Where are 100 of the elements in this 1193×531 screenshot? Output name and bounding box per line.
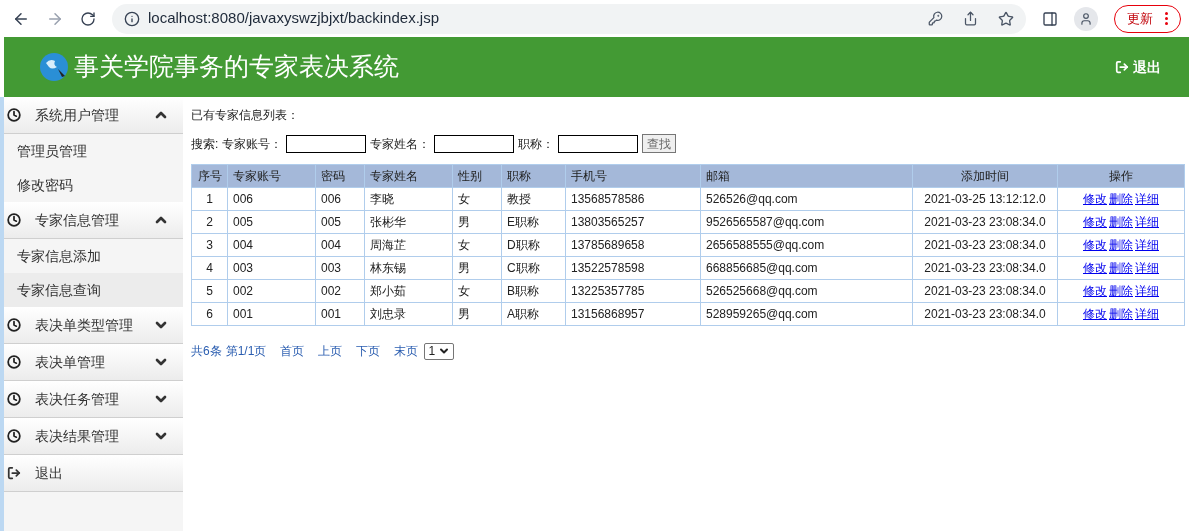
address-bar[interactable]: localhost:8080/javaxyswzjbjxt/backindex.jsp [112, 3, 1026, 34]
clock-icon [7, 392, 21, 406]
pagination-link[interactable]: 下页 [356, 342, 381, 360]
table-cell: 13568578586 [565, 187, 701, 211]
column-header: 性别 [452, 164, 502, 188]
action-link[interactable]: 详细 [1135, 284, 1159, 298]
sidebar-item[interactable]: 专家信息查询 [4, 273, 183, 307]
star-icon[interactable] [998, 10, 1014, 27]
action-link[interactable]: 修改 [1083, 215, 1107, 229]
logout-icon [7, 466, 21, 480]
share-icon[interactable] [963, 11, 978, 26]
table-cell: 005 [315, 210, 365, 234]
sidebar-group-header[interactable]: 表决单类型管理 [4, 307, 183, 344]
sidebar-logout[interactable]: 退出 [4, 455, 183, 492]
column-header: 序号 [191, 164, 228, 188]
side-panel-icon[interactable] [1042, 10, 1058, 27]
key-icon[interactable] [928, 11, 943, 26]
search-field[interactable] [434, 134, 515, 153]
pagination-link[interactable]: 首页 [280, 342, 305, 360]
table-cell: 526525668@qq.com [700, 279, 913, 303]
sidebar-group-header[interactable]: 表决结果管理 [4, 418, 183, 455]
table-cell: 001 [315, 302, 365, 326]
field-label: 职称： [518, 135, 555, 153]
table-cell: 668856685@qq.com [700, 256, 913, 280]
table-cell: 2021-03-23 23:08:34.0 [912, 256, 1058, 280]
clock-icon [7, 429, 21, 443]
column-header: 操作 [1057, 164, 1185, 188]
table-cell: 003 [227, 256, 316, 280]
menu-icon[interactable] [1165, 12, 1168, 25]
column-header: 邮箱 [700, 164, 913, 188]
action-link[interactable]: 删除 [1109, 215, 1133, 229]
table-cell: 9526565587@qq.com [700, 210, 913, 234]
table-cell: D职称 [501, 233, 566, 257]
column-header: 专家姓名 [364, 164, 453, 188]
action-link[interactable]: 修改 [1083, 238, 1107, 252]
url-text: localhost:8080/javaxyswzjbjxt/backindex.jsp [148, 8, 439, 29]
app-title: 事关学院事务的专家表决系统 [74, 51, 399, 83]
list-heading: 已有专家信息列表： [191, 107, 300, 122]
table-cell: 4 [191, 256, 228, 280]
table-cell: 002 [315, 279, 365, 303]
pagination-link[interactable]: 上页 [318, 342, 343, 360]
table-cell: E职称 [501, 210, 566, 234]
table-cell: 1 [191, 187, 228, 211]
info-icon[interactable] [124, 10, 140, 27]
logout-icon [1115, 60, 1129, 74]
table-cell: 男 [452, 256, 502, 280]
column-header: 添加时间 [912, 164, 1058, 188]
table-cell: 张彬华 [364, 210, 453, 234]
table-cell: A职称 [501, 302, 566, 326]
table-cell: 男 [452, 210, 502, 234]
table-cell: 2 [191, 210, 228, 234]
sidebar-group-header[interactable]: 表决单管理 [4, 344, 183, 381]
action-link[interactable]: 删除 [1109, 192, 1133, 206]
table-cell: 005 [227, 210, 316, 234]
action-link[interactable]: 修改 [1083, 192, 1107, 206]
action-link[interactable]: 修改 [1083, 307, 1107, 321]
action-link[interactable]: 删除 [1109, 261, 1133, 275]
search-button[interactable]: 查找 [642, 134, 677, 153]
table-cell: 526526@qq.com [700, 187, 913, 211]
search-label: 搜索: [191, 135, 219, 153]
table-cell: 2656588555@qq.com [700, 233, 913, 257]
table-cell: 2021-03-25 13:12:12.0 [912, 187, 1058, 211]
table-cell: 13785689658 [565, 233, 701, 257]
clock-icon [7, 318, 21, 332]
table-cell: 林东锡 [364, 256, 453, 280]
table-cell: 李晓 [364, 187, 453, 211]
action-link[interactable]: 详细 [1135, 192, 1159, 206]
table-cell: 2021-03-23 23:08:34.0 [912, 233, 1058, 257]
sidebar-group-header[interactable]: 系统用户管理 [4, 97, 183, 134]
action-link[interactable]: 修改 [1083, 261, 1107, 275]
table-cell: 004 [227, 233, 316, 257]
table-cell: 001 [227, 302, 316, 326]
table-cell: 5 [191, 279, 228, 303]
table-cell: 13522578598 [565, 256, 701, 280]
table-cell: 006 [227, 187, 316, 211]
pagination-link[interactable]: 末页 [394, 342, 419, 360]
action-link[interactable]: 详细 [1135, 215, 1159, 229]
table-cell: 女 [452, 279, 502, 303]
action-link[interactable]: 详细 [1135, 238, 1159, 252]
action-link[interactable]: 详细 [1135, 261, 1159, 275]
search-field[interactable] [286, 134, 367, 153]
action-link[interactable]: 删除 [1109, 307, 1133, 321]
column-header: 密码 [315, 164, 365, 188]
header-logout-link[interactable]: 退出 [1115, 56, 1161, 78]
action-link[interactable]: 删除 [1109, 238, 1133, 252]
sidebar-group-header[interactable]: 表决任务管理 [4, 381, 183, 418]
table-cell: 女 [452, 233, 502, 257]
action-link[interactable]: 详细 [1135, 307, 1159, 321]
action-link[interactable]: 删除 [1109, 284, 1133, 298]
column-header: 专家账号 [227, 164, 316, 188]
profile-avatar[interactable] [1074, 6, 1098, 31]
page-select[interactable]: 1 [424, 342, 455, 360]
sidebar-group-header[interactable]: 专家信息管理 [4, 202, 183, 239]
table-cell: 13225357785 [565, 279, 701, 303]
action-link[interactable]: 修改 [1083, 284, 1107, 298]
table-cell: B职称 [501, 279, 566, 303]
table-cell: 6 [191, 302, 228, 326]
reload-icon[interactable] [80, 10, 96, 27]
search-field[interactable] [558, 134, 639, 153]
field-label: 专家账号： [222, 135, 283, 153]
